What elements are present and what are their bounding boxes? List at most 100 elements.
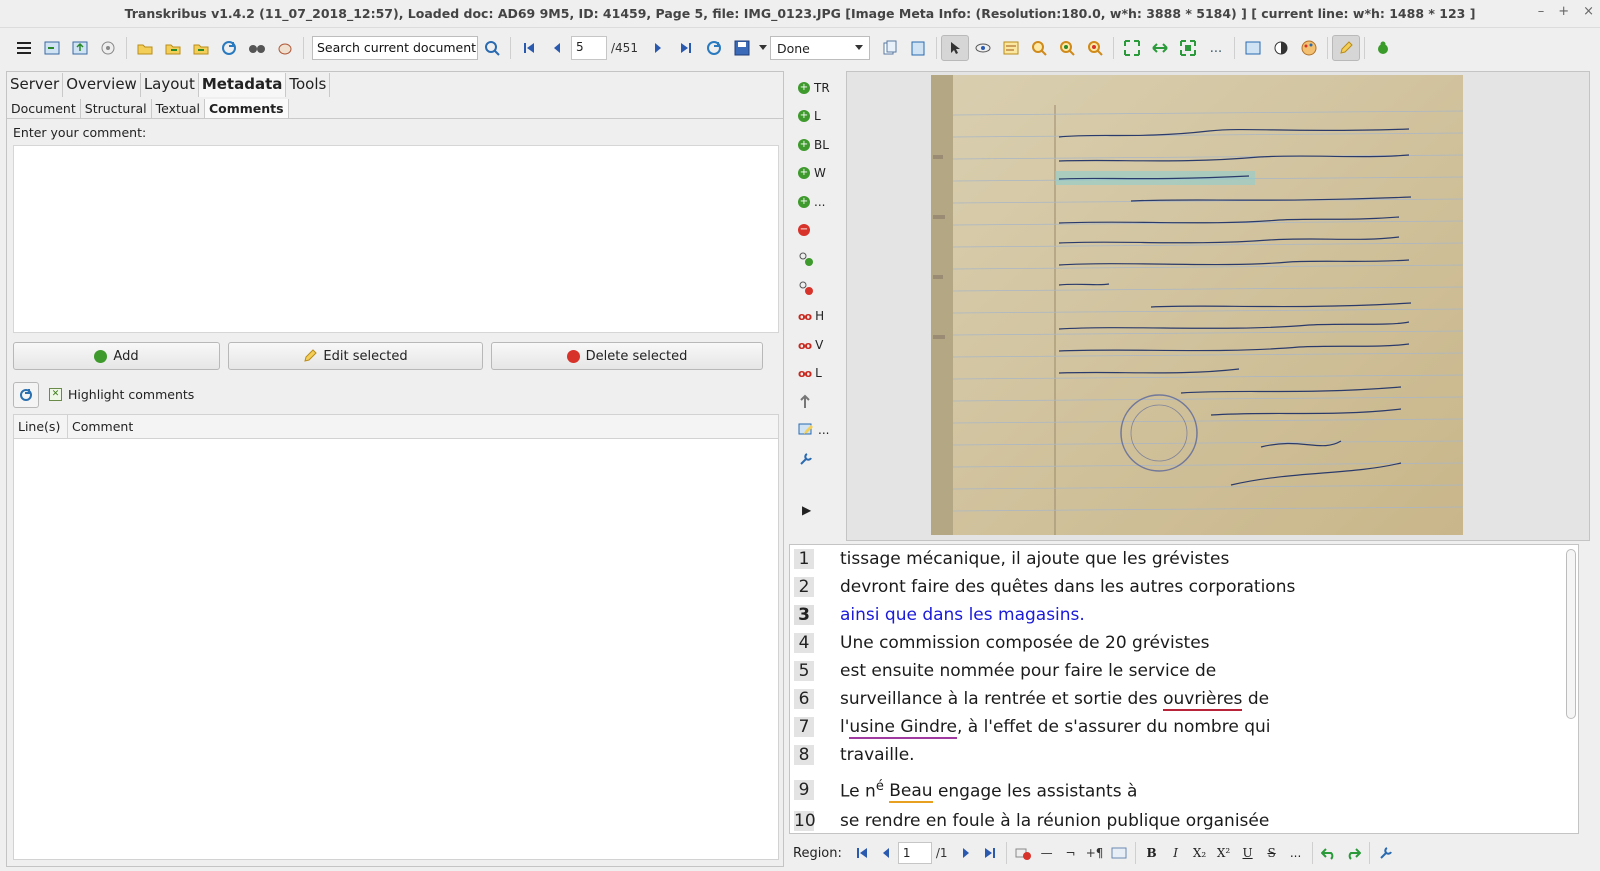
transcription-line[interactable]: 8 travaille. bbox=[790, 741, 915, 769]
edit-selected-button[interactable]: Edit selected bbox=[228, 342, 483, 370]
not-sign-icon[interactable]: ¬ bbox=[1059, 842, 1083, 864]
next-region-icon[interactable] bbox=[954, 842, 978, 864]
underline-icon[interactable]: U bbox=[1236, 842, 1260, 864]
dash-icon[interactable]: — bbox=[1035, 842, 1059, 864]
tagged-word-person[interactable]: Beau bbox=[889, 781, 933, 804]
line-text[interactable]: Le né Beau engage les assistants à bbox=[840, 779, 1137, 804]
palette-icon[interactable] bbox=[1295, 35, 1323, 61]
upload-icon[interactable] bbox=[66, 35, 94, 61]
expand-panel-button[interactable]: ▶ bbox=[802, 500, 811, 520]
split-horizontal-button[interactable]: oo H bbox=[798, 306, 824, 326]
comment-textarea[interactable] bbox=[13, 145, 779, 333]
fit-height-icon[interactable] bbox=[1174, 35, 1202, 61]
tab-metadata[interactable]: Metadata bbox=[198, 73, 287, 97]
fit-page-icon[interactable] bbox=[1118, 35, 1146, 61]
pilcrow-icon[interactable]: +¶ bbox=[1083, 842, 1107, 864]
tab-server[interactable]: Server bbox=[7, 73, 64, 97]
folder-icon[interactable] bbox=[131, 35, 159, 61]
add-comment-button[interactable]: Add bbox=[13, 342, 220, 370]
transcription-line[interactable]: 7 l'usine Gindre, à l'effet de s'assurer… bbox=[790, 713, 1270, 741]
line-text[interactable]: est ensuite nommée pour faire le service… bbox=[840, 661, 1216, 681]
subscript-icon[interactable]: X₂ bbox=[1188, 842, 1212, 864]
next-page-icon[interactable] bbox=[644, 35, 672, 61]
fit-width-icon[interactable] bbox=[1146, 35, 1174, 61]
export-icon[interactable] bbox=[271, 35, 299, 61]
eye-icon[interactable] bbox=[969, 35, 997, 61]
add-more-button[interactable]: +... bbox=[798, 192, 825, 212]
sync-icon[interactable] bbox=[215, 35, 243, 61]
last-region-icon[interactable] bbox=[978, 842, 1002, 864]
column-comment[interactable]: Comment bbox=[68, 415, 778, 438]
transcription-line[interactable]: 6 surveillance à la rentrée et sortie de… bbox=[790, 685, 1269, 713]
split-vertical-button[interactable]: oo V bbox=[798, 335, 823, 355]
first-region-icon[interactable] bbox=[850, 842, 874, 864]
save-icon[interactable] bbox=[728, 35, 756, 61]
remove-shape-button[interactable]: − bbox=[798, 220, 810, 240]
remove-point-button[interactable] bbox=[798, 278, 814, 298]
vertical-scrollbar[interactable] bbox=[1566, 549, 1576, 719]
tab-overview[interactable]: Overview bbox=[63, 73, 141, 97]
paste-icon[interactable] bbox=[904, 35, 932, 61]
redo-icon[interactable] bbox=[1341, 842, 1365, 864]
transcription-line[interactable]: 9 Le né Beau engage les assistants à bbox=[790, 773, 1137, 807]
status-select[interactable]: Done bbox=[769, 36, 870, 60]
highlight-comments-checkbox[interactable]: ✕ bbox=[49, 388, 62, 401]
contrast-icon[interactable] bbox=[1267, 35, 1295, 61]
line-text[interactable]: se rendre en foule à la réunion publique… bbox=[840, 811, 1269, 831]
save-dropdown-icon[interactable] bbox=[756, 35, 770, 61]
menu-icon[interactable] bbox=[10, 35, 38, 61]
transcription-line[interactable]: 1 tissage mécanique, il ajoute que les g… bbox=[790, 545, 1229, 573]
line-text[interactable]: devront faire des quêtes dans les autres… bbox=[840, 577, 1295, 597]
split-line-button[interactable]: oo L bbox=[798, 363, 822, 383]
region-number-input[interactable]: 1 bbox=[897, 842, 932, 864]
transcription-line[interactable]: 10 se rendre en foule à la réunion publi… bbox=[790, 807, 1269, 833]
line-text[interactable]: ainsi que dans les magasins. bbox=[840, 605, 1085, 625]
line-text[interactable]: surveillance à la rentrée et sortie des … bbox=[840, 689, 1269, 711]
copy-icon[interactable] bbox=[876, 35, 904, 61]
transcription-editor[interactable]: 1 tissage mécanique, il ajoute que les g… bbox=[789, 544, 1579, 834]
wrench-button[interactable] bbox=[798, 449, 814, 469]
add-point-button[interactable] bbox=[798, 249, 814, 269]
zoom-out-icon[interactable] bbox=[1081, 35, 1109, 61]
zoom-icon[interactable] bbox=[1025, 35, 1053, 61]
image-icon[interactable] bbox=[1239, 35, 1267, 61]
tab-textual[interactable]: Textual bbox=[152, 99, 205, 118]
document-page-image[interactable] bbox=[931, 75, 1463, 535]
folder-back-icon[interactable] bbox=[159, 35, 187, 61]
superscript-icon[interactable]: X² bbox=[1212, 842, 1236, 864]
delete-selected-button[interactable]: Delete selected bbox=[491, 342, 763, 370]
add-text-region-button[interactable]: + TR bbox=[798, 78, 830, 98]
tag-remove-icon[interactable] bbox=[1011, 842, 1035, 864]
image-viewer[interactable] bbox=[846, 71, 1590, 541]
more-tools-button[interactable]: ... bbox=[1202, 35, 1230, 61]
tab-layout[interactable]: Layout bbox=[141, 73, 199, 97]
minimize-button[interactable]: – bbox=[1538, 4, 1545, 19]
add-line-button[interactable]: + L bbox=[798, 106, 821, 126]
more-format-button[interactable]: ... bbox=[1284, 842, 1308, 864]
line-text[interactable]: Une commission composée de 20 grévistes bbox=[840, 633, 1210, 653]
line-text[interactable]: l'usine Gindre, à l'effet de s'assurer d… bbox=[840, 717, 1270, 739]
folder-forward-icon[interactable] bbox=[187, 35, 215, 61]
tab-comments[interactable]: Comments bbox=[204, 99, 289, 118]
binoculars-icon[interactable] bbox=[243, 35, 271, 61]
tagged-word-place[interactable]: usine Gindre bbox=[849, 717, 957, 739]
strikethrough-icon[interactable]: S bbox=[1260, 842, 1284, 864]
search-icon[interactable] bbox=[478, 35, 506, 61]
keyboard-icon[interactable] bbox=[1107, 842, 1131, 864]
open-local-icon[interactable] bbox=[38, 35, 66, 61]
tab-document[interactable]: Document bbox=[7, 99, 81, 118]
tab-structural[interactable]: Structural bbox=[81, 99, 152, 118]
merge-button[interactable] bbox=[798, 392, 812, 412]
last-page-icon[interactable] bbox=[672, 35, 700, 61]
maximize-button[interactable]: + bbox=[1558, 4, 1569, 19]
wrench-icon[interactable] bbox=[1374, 842, 1398, 864]
zoom-in-icon[interactable] bbox=[1053, 35, 1081, 61]
first-page-icon[interactable] bbox=[515, 35, 543, 61]
line-text[interactable]: tissage mécanique, il ajoute que les gré… bbox=[840, 549, 1229, 569]
reload-icon[interactable] bbox=[700, 35, 728, 61]
prev-region-icon[interactable] bbox=[874, 842, 898, 864]
refresh-comments-button[interactable] bbox=[13, 382, 39, 408]
italic-icon[interactable]: I bbox=[1164, 842, 1188, 864]
tab-tools[interactable]: Tools bbox=[286, 73, 331, 97]
select-pointer-icon[interactable] bbox=[940, 35, 969, 61]
